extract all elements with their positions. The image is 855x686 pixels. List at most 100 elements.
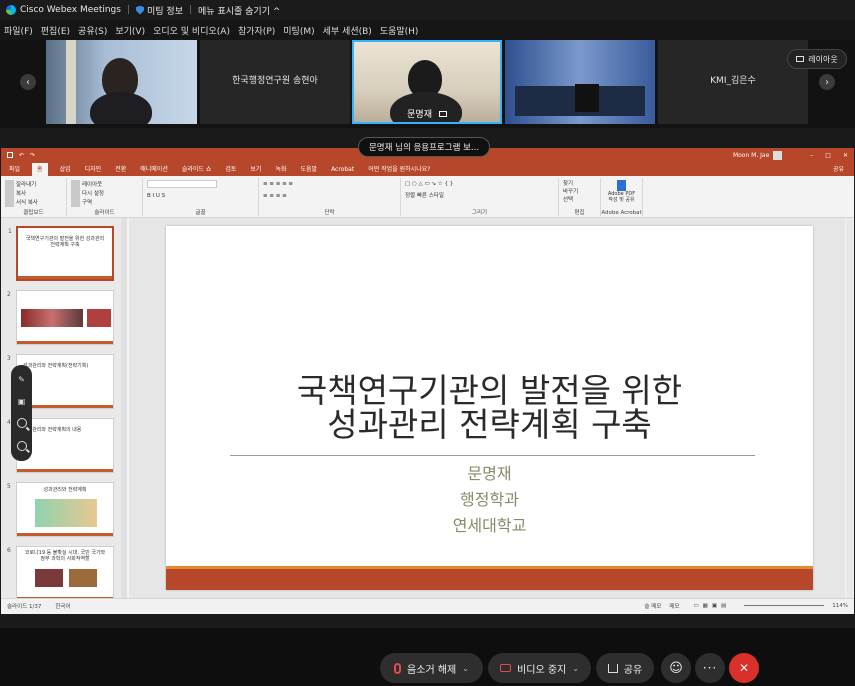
shapes-gallery[interactable]: □ ○ △ ▭ ↘ ☆ { }	[405, 180, 554, 188]
quick-style-button[interactable]: 빠른 스타일	[417, 193, 444, 199]
participant-tile-4[interactable]	[505, 40, 655, 124]
hide-menu-button[interactable]: 메뉴 표시줄 숨기기 ^	[198, 4, 280, 17]
menu-breakout[interactable]: 세부 세션(B)	[323, 24, 372, 37]
strip-next-button[interactable]: ›	[819, 74, 835, 90]
reset-button[interactable]: 다시 설정	[71, 189, 138, 198]
zoom-out-icon[interactable]	[16, 440, 27, 451]
annotate-icon[interactable]: ✎	[18, 375, 25, 384]
undo-icon[interactable]: ↶	[19, 152, 24, 159]
menu-meeting[interactable]: 미팅(M)	[283, 24, 314, 37]
layout-ribbon-button[interactable]: 레이아웃	[71, 180, 138, 189]
memo-button[interactable]: 메모	[669, 602, 679, 610]
active-speaker-name: 문명재	[354, 107, 500, 120]
section-button[interactable]: 구역	[71, 198, 138, 207]
tab-help[interactable]: 도움말	[299, 163, 320, 176]
slide-thumbnail[interactable]: 6 코로나19 등 불확실 시대, 국민 국가와 정부 과학의 사회적역할	[7, 546, 114, 598]
stop-video-button[interactable]: 비디오 중지 ⌄	[488, 653, 591, 683]
bullet-buttons[interactable]: ≡ ≡ ≡ ≡ ≡	[263, 180, 396, 188]
current-slide[interactable]: 국책연구기관의 발전을 위한 성과관리 전략계획 구축 문명재 행정학과 연세대…	[166, 226, 813, 590]
copy-button[interactable]: 복사	[5, 189, 62, 198]
more-options-button[interactable]: ···	[695, 653, 725, 683]
tab-acrobat[interactable]: Acrobat	[329, 165, 356, 176]
adobe-pdf-button[interactable]: Adobe PDF 작성 및 공유	[605, 191, 638, 203]
font-name-select[interactable]	[147, 180, 217, 188]
title-bar: Cisco Webex Meetings | 미팅 정보 | 메뉴 표시줄 숨기…	[0, 0, 855, 20]
slide-thumbnail[interactable]: 1 국책연구기관의 발전을 위한 성과관리 전략계획 구축	[8, 226, 114, 281]
find-button[interactable]: 찾기	[563, 180, 596, 188]
arrange-button[interactable]: 정렬	[405, 193, 415, 199]
share-banner[interactable]: 문명재 님의 응용프로그램 보...	[358, 137, 490, 157]
zoom-slider[interactable]	[744, 605, 825, 606]
share-icon	[607, 663, 618, 673]
tell-me-search[interactable]: 어떤 작업을 원하시나요?	[366, 163, 432, 176]
share-button[interactable]: 공유	[596, 653, 654, 683]
participant-tile-active[interactable]: 문명재	[352, 40, 502, 124]
select-button[interactable]: 선택	[563, 196, 596, 204]
slide-thumbnail[interactable]: 5 성과관리와 전략계획	[7, 482, 114, 537]
menu-view[interactable]: 보기(V)	[115, 24, 145, 37]
slide-thumbnail[interactable]: 2	[7, 290, 114, 345]
tab-slideshow[interactable]: 슬라이드 쇼	[180, 163, 214, 176]
notes-button[interactable]: 슬 메모	[644, 602, 661, 610]
thumbnail-photo	[87, 309, 111, 327]
menu-help[interactable]: 도움말(H)	[380, 24, 419, 37]
meeting-info-label: 미팅 정보	[147, 6, 183, 17]
cut-button[interactable]: 잘라내기	[5, 180, 62, 189]
thumbnail-scrollbar[interactable]	[121, 218, 127, 598]
ribbon-group-acrobat: Adobe PDF 작성 및 공유 Adobe Acrobat	[601, 178, 643, 216]
chevron-down-icon[interactable]: ⌄	[462, 664, 469, 673]
tab-review[interactable]: 검토	[223, 163, 238, 176]
zoom-level[interactable]: 114%	[832, 603, 848, 609]
pointer-icon[interactable]: ▣	[18, 397, 26, 406]
tab-insert[interactable]: 삽입	[58, 163, 73, 176]
font-style-buttons[interactable]: B I U S	[147, 192, 254, 200]
maximize-icon[interactable]: □	[825, 152, 831, 159]
participant-tile-5[interactable]: KMI_김은수	[658, 40, 808, 124]
participant-tile-1[interactable]	[46, 40, 197, 124]
menu-audio-video[interactable]: 오디오 및 비디오(A)	[153, 24, 230, 37]
align-buttons[interactable]: ≡ ≡ ≡ ≡	[263, 192, 396, 200]
group-label: 편집	[574, 210, 585, 216]
slide-title: 국책연구기관의 발전을 위한 성과관리 전략계획 구축	[296, 371, 683, 444]
strip-prev-button[interactable]: ‹	[20, 74, 36, 90]
tab-view[interactable]: 보기	[248, 163, 263, 176]
unmute-button[interactable]: 음소거 해제 ⌄	[380, 653, 483, 683]
format-painter-button[interactable]: 서식 복사	[5, 198, 62, 207]
tab-animations[interactable]: 애니메이션	[138, 163, 170, 176]
reactions-button[interactable]: ☺	[661, 653, 691, 683]
redo-icon[interactable]: ↷	[30, 152, 35, 159]
ppt-status-bar: 슬라이드 1/37 한국어 슬 메모 메모 ▭▦▣▤ 114%	[1, 598, 854, 612]
replace-button[interactable]: 바꾸기	[563, 188, 596, 196]
editor-scrollbar[interactable]	[846, 218, 853, 598]
menu-file[interactable]: 파일(F)	[4, 24, 33, 37]
ribbon-group-clipboard: 잘라내기 복사 서식 복사 클립보드	[1, 178, 67, 216]
language-status[interactable]: 한국어	[55, 602, 70, 610]
scissors-icon	[5, 180, 14, 189]
menu-share[interactable]: 공유(S)	[78, 24, 107, 37]
chevron-left-icon: ‹	[26, 76, 30, 88]
ppt-share-button[interactable]: 공유	[831, 163, 846, 176]
layout-button[interactable]: 레이아웃	[787, 49, 847, 69]
thumbnail-diagram	[35, 499, 97, 527]
participant-tile-2[interactable]: 한국행정연구원 송현아	[200, 40, 350, 124]
tab-design[interactable]: 디자인	[83, 163, 104, 176]
participant-name: KMI_김은수	[710, 76, 756, 86]
slide-department: 행정학과	[460, 490, 519, 509]
tab-record[interactable]: 녹화	[273, 163, 288, 176]
menu-edit[interactable]: 편집(E)	[41, 24, 70, 37]
save-icon[interactable]	[7, 152, 13, 158]
close-icon[interactable]: ✕	[843, 152, 848, 159]
minimize-icon[interactable]: –	[810, 152, 813, 159]
copy-icon	[5, 189, 14, 198]
tab-home[interactable]: 홈	[32, 163, 48, 176]
chevron-down-icon[interactable]: ⌄	[572, 664, 579, 673]
tab-file[interactable]: 파일	[7, 163, 22, 176]
slide-university: 연세대학교	[452, 516, 527, 535]
menu-participants[interactable]: 참가자(P)	[238, 24, 275, 37]
meeting-info-button[interactable]: 미팅 정보	[136, 4, 183, 17]
zoom-in-icon[interactable]	[16, 418, 27, 429]
view-buttons[interactable]: ▭▦▣▤	[693, 603, 730, 609]
tab-transitions[interactable]: 전환	[113, 163, 128, 176]
leave-meeting-button[interactable]: ✕	[729, 653, 759, 683]
reset-icon	[71, 189, 80, 198]
